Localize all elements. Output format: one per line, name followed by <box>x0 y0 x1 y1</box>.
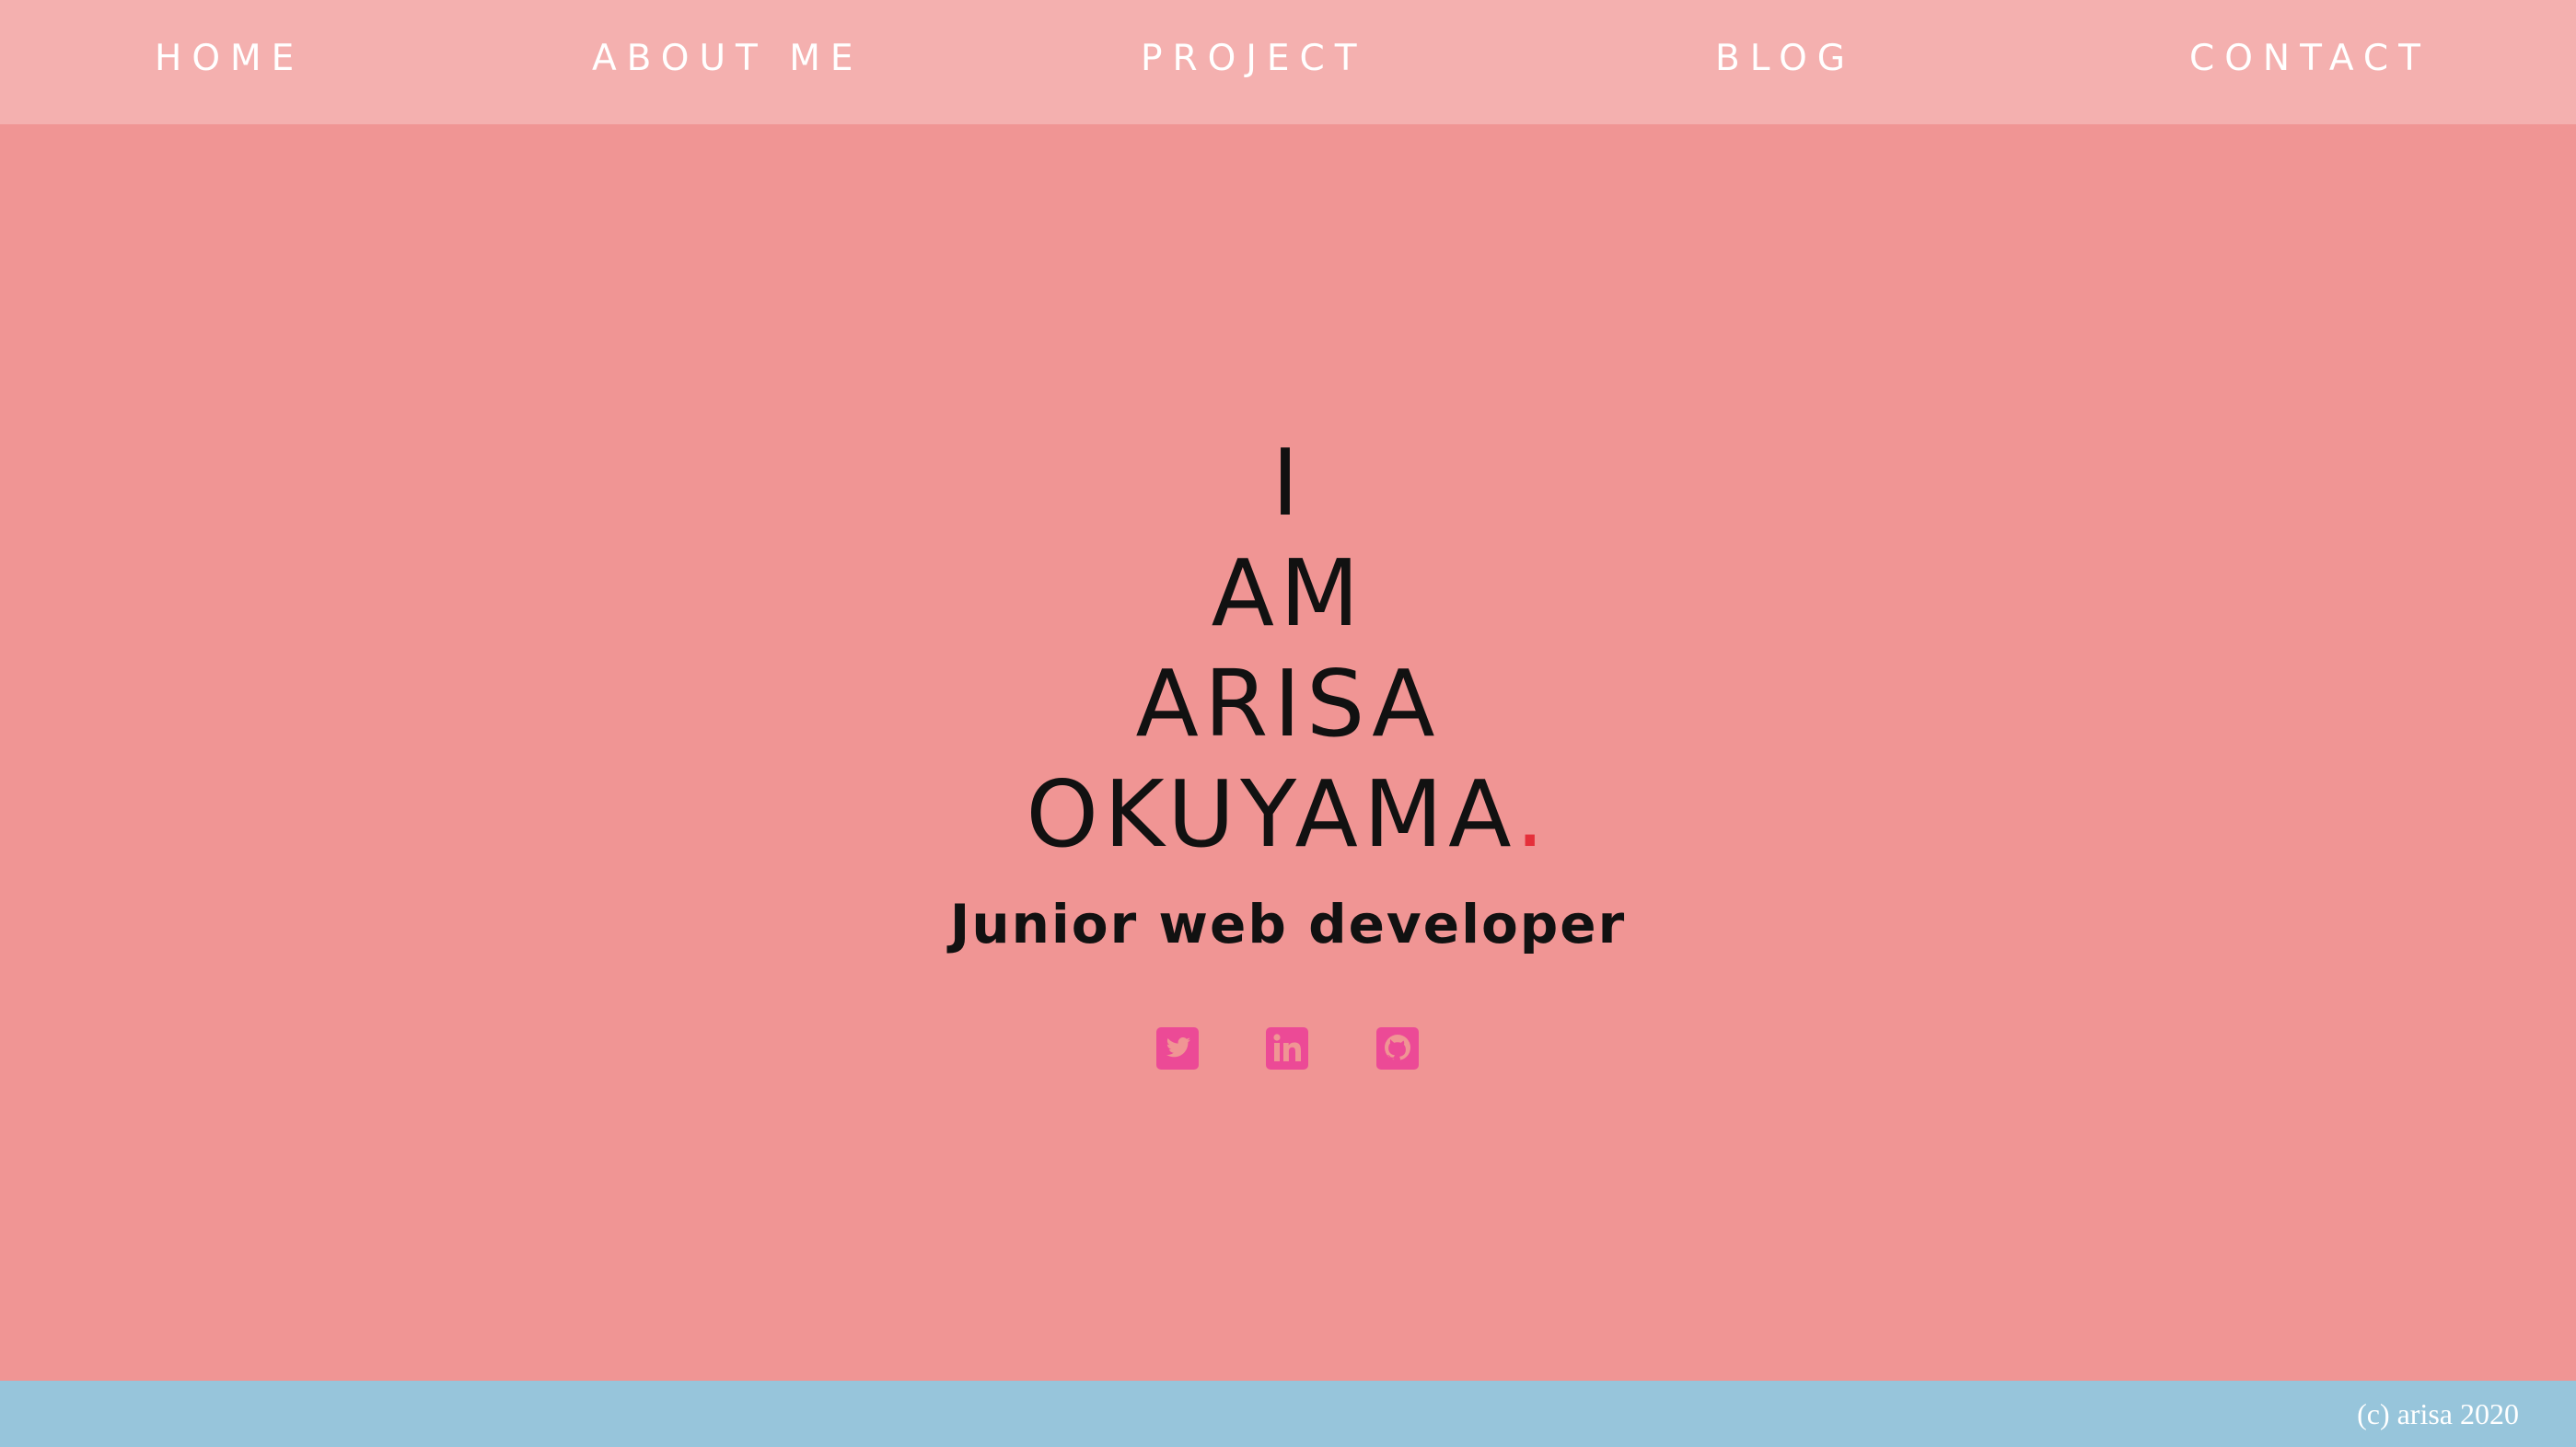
nav-item-project[interactable]: PROJECT <box>1141 0 1367 124</box>
nav-item-contact[interactable]: CONTACT <box>2189 0 2431 124</box>
github-icon <box>1376 1027 1419 1070</box>
hero-heading: I AM ARISA OKUYAMA. <box>0 428 2576 870</box>
hero-subtitle: Junior web developer <box>949 893 1627 955</box>
copyright-text: (c) arisa 2020 <box>2357 1397 2519 1430</box>
footer: (c) arisa 2020 <box>0 1381 2576 1447</box>
twitter-icon <box>1156 1027 1199 1070</box>
nav-item-home[interactable]: HOME <box>155 0 304 124</box>
accent-dot: . <box>1514 760 1550 868</box>
nav-item-about-me[interactable]: ABOUT ME <box>592 0 864 124</box>
hero-line-last-name: OKUYAMA. <box>0 759 2576 870</box>
top-nav: HOME ABOUT ME PROJECT BLOG CONTACT <box>0 0 2576 124</box>
nav-item-blog[interactable]: BLOG <box>1715 0 1855 124</box>
hero-line-am: AM <box>1211 539 1365 647</box>
twitter-link[interactable] <box>1151 1022 1204 1075</box>
linkedin-link[interactable] <box>1260 1022 1314 1075</box>
last-name-text: OKUYAMA <box>1026 760 1515 868</box>
hero-line-first-name: ARISA <box>1135 650 1441 758</box>
hero-line-i: I <box>1271 429 1305 537</box>
github-link[interactable] <box>1371 1022 1424 1075</box>
linkedin-icon <box>1266 1027 1308 1070</box>
